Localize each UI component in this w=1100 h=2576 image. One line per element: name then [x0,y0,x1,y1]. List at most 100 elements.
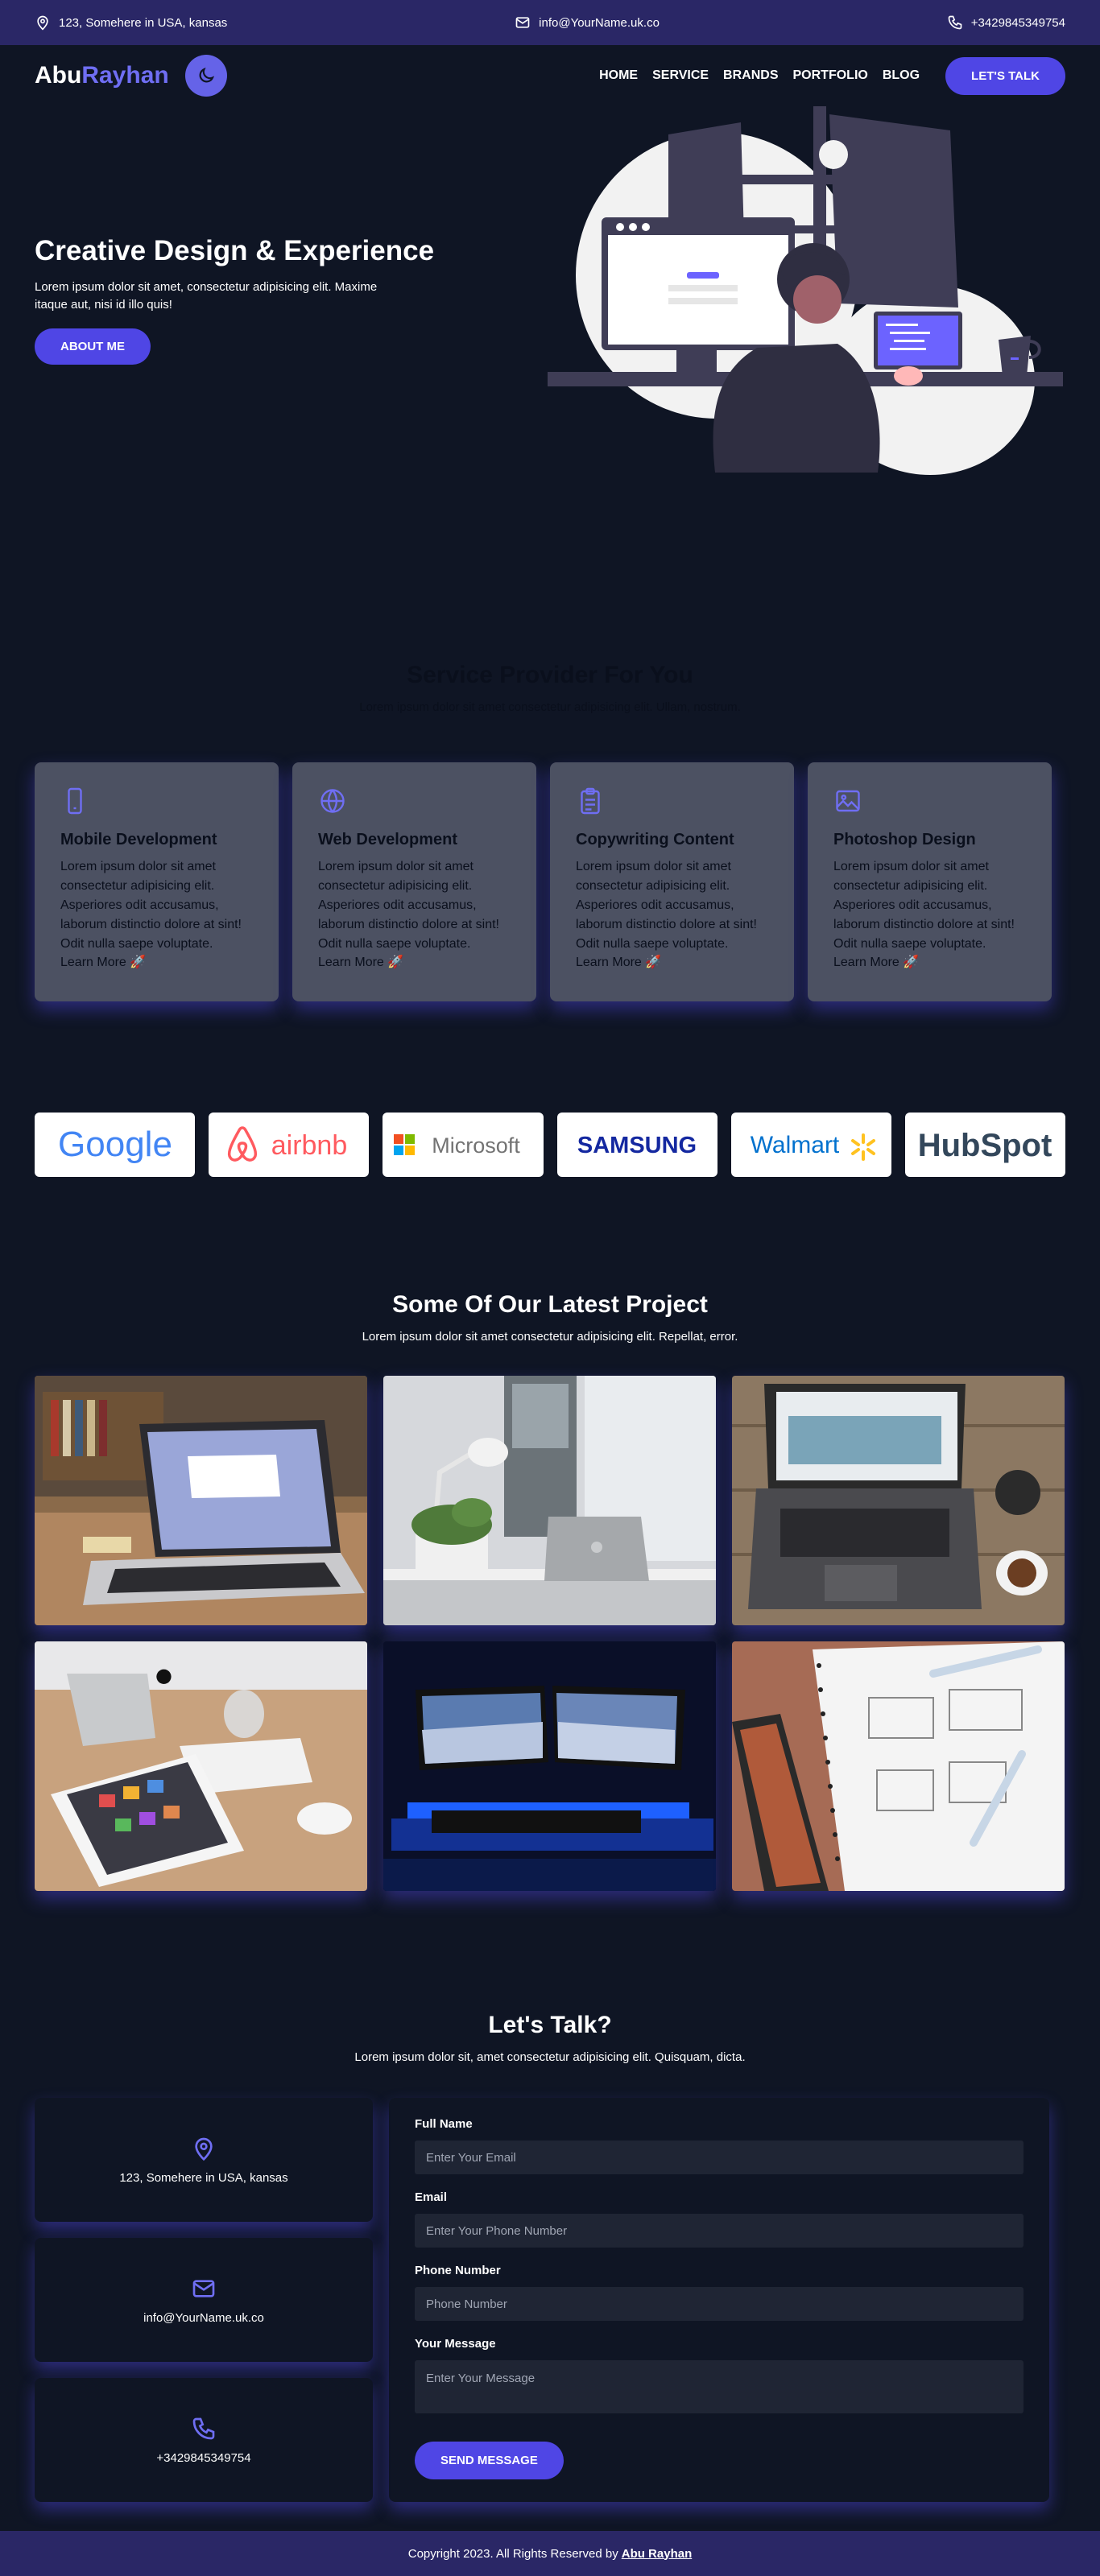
service-card-photoshop: Photoshop Design Lorem ipsum dolor sit a… [808,762,1052,1001]
message-label: Your Message [415,2337,496,2351]
google-wordmark: Google [58,1125,172,1164]
samsung-logo: SAMSUNG [577,1133,697,1158]
contact-title: Let's Talk? [488,2012,612,2038]
brand-airbnb[interactable]: airbnb [209,1113,370,1177]
laptop-desk-photo [35,1376,367,1625]
project-image-imac-tablet[interactable]: ● [35,1641,367,1891]
send-message-button[interactable]: SEND MESSAGE [415,2442,564,2479]
full-name-input[interactable] [415,2140,1023,2174]
service-card-title: Copywriting Content [576,831,734,848]
logo-part-1: Abu [35,62,82,89]
top-phone[interactable]: +3429845349754 [947,14,1065,31]
site-logo[interactable]: AbuRayhan [35,62,169,89]
projects-subtitle: Lorem ipsum dolor sit amet consectetur a… [362,1330,738,1344]
theme-toggle-button[interactable] [184,55,227,97]
brand-hubspot[interactable]: HubSpot [904,1113,1066,1177]
nav-link-portfolio[interactable]: PORTFOLIO [793,68,868,83]
service-card-text: Lorem ipsum dolor sit amet consectetur a… [833,860,1015,951]
walmart-wordmark: Walmart [751,1132,840,1158]
location-pin-icon [195,2137,213,2161]
hero-description: Lorem ipsum dolor sit amet, consectetur … [35,280,378,312]
nav-link-brands[interactable]: BRANDS [723,68,778,83]
contact-email-box: info@YourName.uk.co [35,2238,373,2362]
email-input[interactable] [415,2214,1023,2248]
mail-icon [192,2279,215,2297]
project-image-sketch-notebook[interactable] [732,1641,1065,1891]
project-image-laptop-wood[interactable] [732,1376,1065,1625]
contact-form: Full Name Email Phone Number Your Messag… [389,2098,1049,2502]
projects-title: Some Of Our Latest Project [392,1291,708,1318]
project-image-laptop-desk[interactable] [35,1376,367,1625]
sketch-notebook-photo [732,1641,1065,1891]
hubspot-logo: HubSpot [918,1128,1052,1163]
lets-talk-button[interactable]: LET'S TALK [945,56,1065,95]
walmart-spark-icon [851,1133,876,1161]
copyright-text: Copyright 2023. All Rights Reserved by [407,2546,618,2561]
image-icon [836,790,860,812]
service-card-copywriting: Copywriting Content Lorem ipsum dolor si… [550,762,794,1001]
brand-area: AbuRayhan [35,55,227,97]
service-card-text: Lorem ipsum dolor sit amet consectetur a… [60,860,242,951]
learn-more-link[interactable]: Learn More 🚀 [60,954,253,970]
contact-phone-box: +3429845349754 [35,2378,373,2502]
brand-logos: Google airbnb Microsoft SAMSUNG Walmart [0,1113,1100,1177]
project-gallery: ● [0,1376,1100,1891]
main-navigation: AbuRayhan HOME SERVICE BRANDS PORTFOLIO … [0,45,1100,106]
contact-email[interactable]: info@YourName.uk.co [143,2311,264,2325]
phone-icon [192,2417,215,2439]
brand-microsoft[interactable]: Microsoft [383,1113,544,1177]
service-card-text: Lorem ipsum dolor sit amet consectetur a… [576,860,757,951]
project-image-gaming-setup[interactable] [383,1641,716,1891]
service-cards: Mobile Development Lorem ipsum dolor sit… [0,762,1100,1001]
service-card-text: Lorem ipsum dolor sit amet consectetur a… [318,860,499,951]
learn-more-link[interactable]: Learn More 🚀 [318,954,511,970]
microsoft-wordmark: Microsoft [432,1133,520,1158]
gaming-setup-photo [383,1641,716,1891]
logo-part-2: Rayhan [81,62,169,89]
learn-more-link[interactable]: Learn More 🚀 [833,954,1026,970]
location-pin-icon [37,15,48,31]
brand-google[interactable]: Google [35,1113,196,1177]
services-subtitle: Lorem ipsum dolor sit amet consectetur a… [359,700,741,714]
top-email[interactable]: info@YourName.uk.co [515,14,660,31]
service-card-web: Web Development Lorem ipsum dolor sit am… [292,762,536,1001]
hero-section: Creative Design & Experience Lorem ipsum… [0,106,1100,509]
top-phone-text: +3429845349754 [970,15,1065,30]
hero-title: Creative Design & Experience [35,235,435,266]
nav-link-home[interactable]: HOME [599,68,638,83]
project-image-desk-lamp[interactable] [383,1376,716,1625]
microsoft-logo: Microsoft [393,1133,520,1158]
globe-icon [320,789,345,813]
walmart-logo: Walmart [751,1132,876,1161]
developer-illustration [548,106,1063,475]
phone-number-label: Phone Number [415,2264,501,2277]
nav-link-service[interactable]: SERVICE [652,68,709,83]
phone-number-input[interactable] [415,2287,1023,2321]
brand-samsung[interactable]: SAMSUNG [556,1113,717,1177]
hero-text: Creative Design & Experience Lorem ipsum… [35,235,486,365]
message-textarea[interactable] [415,2360,1023,2413]
brand-walmart[interactable]: Walmart [730,1113,891,1177]
about-me-button[interactable]: ABOUT ME [35,328,151,365]
desk-lamp-photo [383,1376,716,1625]
contact-info-column: 123, Somehere in USA, kansas info@YourNa… [35,2098,373,2502]
contact-phone[interactable]: +3429845349754 [156,2451,250,2465]
service-card-title: Mobile Development [60,831,217,848]
airbnb-wordmark: airbnb [271,1130,347,1161]
footer-author-link[interactable]: Abu Rayhan [622,2547,693,2561]
learn-more-link[interactable]: Learn More 🚀 [576,954,768,970]
laptop-wood-photo [732,1376,1065,1625]
contact-address-box: 123, Somehere in USA, kansas [35,2098,373,2222]
email-label: Email [415,2190,448,2204]
hubspot-wordmark: HubSpot [918,1128,1052,1163]
phone-icon [948,15,962,30]
top-address: 123, Somehere in USA, kansas [35,14,227,31]
contact-subtitle: Lorem ipsum dolor sit, amet consectetur … [354,2050,746,2064]
svg-text:●: ● [155,1664,172,1686]
clipboard-icon [581,787,600,815]
nav-link-blog[interactable]: BLOG [883,68,920,83]
service-card-mobile: Mobile Development Lorem ipsum dolor sit… [35,762,279,1001]
google-logo: Google [58,1125,172,1164]
full-name-label: Full Name [415,2117,473,2131]
airbnb-logo: airbnb [227,1126,347,1162]
